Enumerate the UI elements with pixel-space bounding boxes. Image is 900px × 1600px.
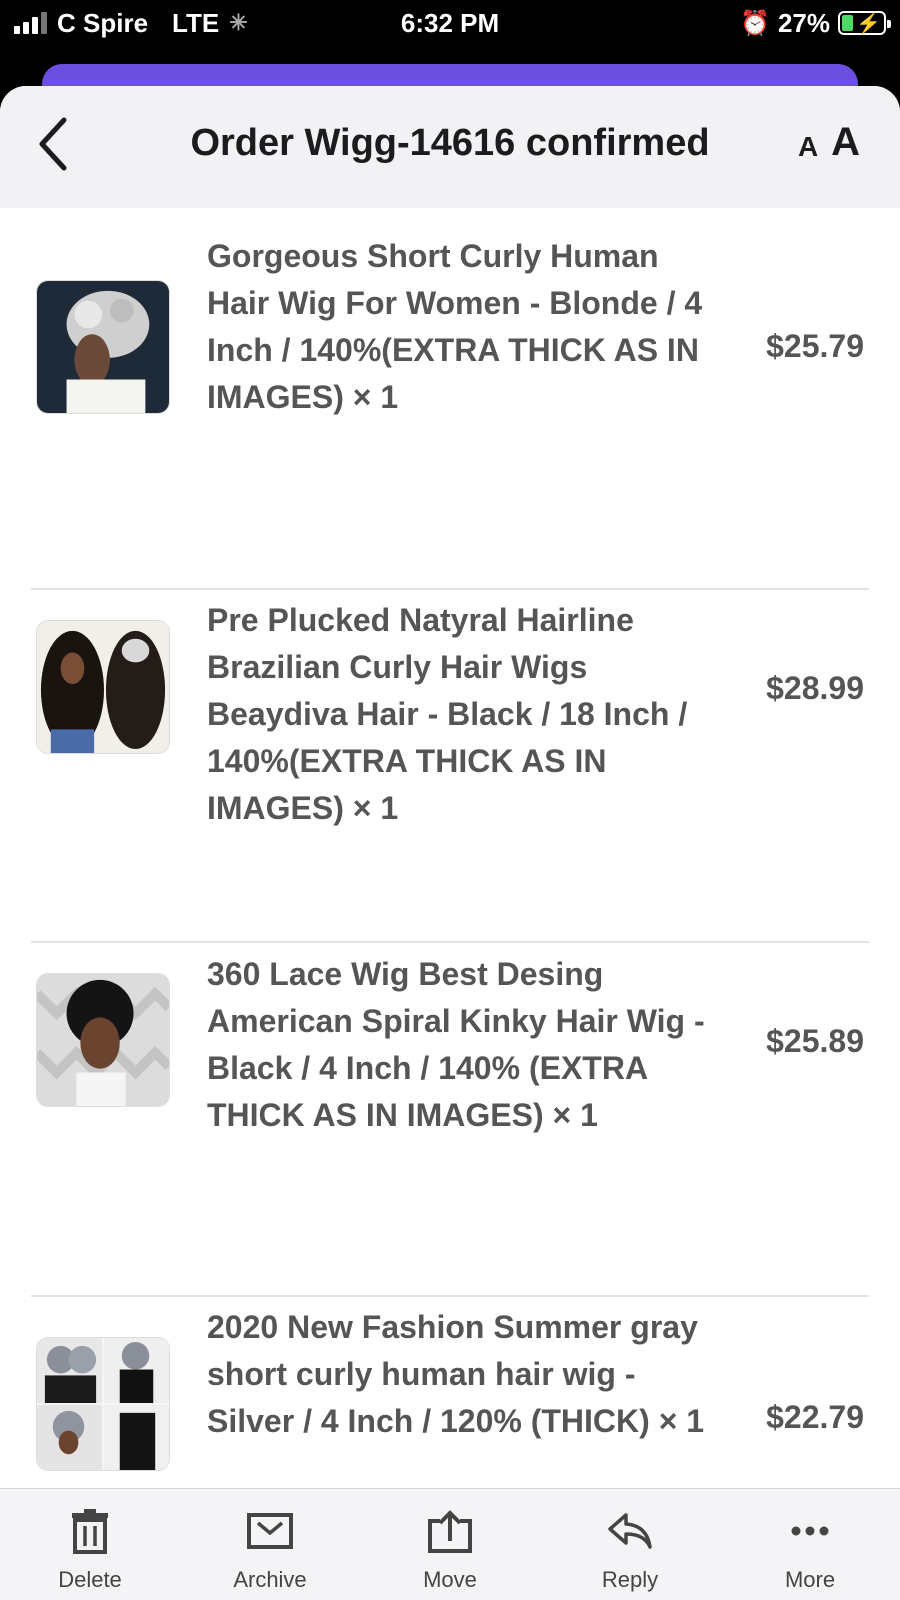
reply-button[interactable]: Reply: [570, 1489, 690, 1600]
divider: [31, 588, 869, 590]
move-to-folder-icon: [428, 1510, 472, 1553]
battery-percent: 27%: [777, 7, 830, 38]
more-button[interactable]: More: [750, 1489, 870, 1600]
page-title: Order Wigg-14616 confirmed: [190, 122, 710, 164]
archive-icon: [247, 1513, 293, 1549]
alarm-icon: ⏰: [740, 9, 770, 37]
item-title: Pre Plucked Natyral Hairline Brazilian C…: [207, 602, 688, 826]
bottom-toolbar: Delete Archive Move Reply More: [0, 1488, 900, 1600]
archive-label: Archive: [233, 1567, 307, 1592]
delete-label: Delete: [58, 1567, 122, 1592]
trash-icon: [72, 1509, 108, 1554]
item-price: $28.99: [766, 670, 864, 706]
item-price: $25.89: [766, 1023, 864, 1059]
product-thumbnail: [36, 1337, 170, 1471]
item-price: $22.79: [766, 1399, 864, 1435]
move-button[interactable]: Move: [390, 1489, 510, 1600]
move-label: Move: [423, 1567, 477, 1592]
text-size-button[interactable]: A A: [796, 116, 860, 172]
divider: [31, 1295, 869, 1297]
status-right: ⏰ 27% ⚡: [740, 7, 891, 38]
delete-button[interactable]: Delete: [30, 1489, 150, 1600]
nav-bar: Order Wigg-14616 confirmed A A: [0, 86, 900, 208]
item-title: Gorgeous Short Curly Human Hair Wig For …: [207, 238, 703, 415]
item-title: 2020 New Fashion Summer gray short curly…: [207, 1309, 705, 1439]
divider: [31, 941, 869, 943]
status-bar: C Spire LTE ✳ 6:32 PM ⏰ 27% ⚡: [0, 0, 900, 60]
text-size-icon: A: [798, 131, 819, 162]
back-button[interactable]: [30, 114, 80, 174]
item-title: 360 Lace Wig Best Desing American Spiral…: [207, 956, 705, 1133]
more-label: More: [784, 1567, 836, 1592]
reply-label: Reply: [601, 1567, 659, 1592]
battery-icon: ⚡: [838, 11, 891, 35]
product-thumbnail: [36, 973, 170, 1107]
product-thumbnail: [36, 280, 170, 414]
email-sheet: Order Wigg-14616 confirmed A A Gorgeous …: [0, 86, 900, 1600]
archive-button[interactable]: Archive: [210, 1489, 330, 1600]
reply-icon: [608, 1513, 652, 1549]
product-thumbnail: [36, 620, 170, 754]
more-dots-icon: [791, 1526, 829, 1536]
item-price: $25.79: [766, 328, 864, 364]
chevron-left-icon: [39, 117, 67, 171]
